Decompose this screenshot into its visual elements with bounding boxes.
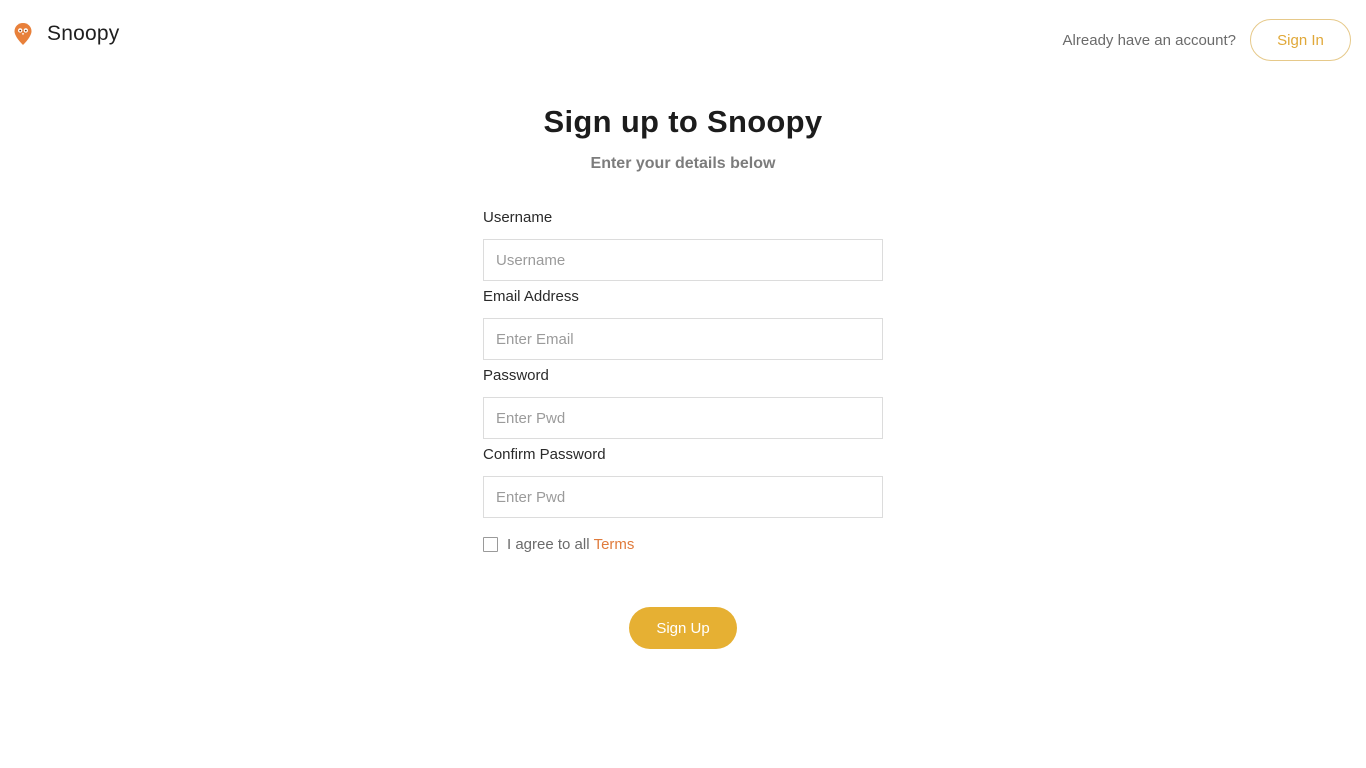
username-label: Username [483,209,553,226]
confirm-password-input[interactable] [483,476,883,518]
password-label: Password [483,367,549,384]
email-field-group: Email Address [483,287,883,360]
sign-up-button[interactable]: Sign Up [629,607,737,649]
brand[interactable]: Snoopy [13,22,119,46]
signup-page: Snoopy Already have an account? Sign In … [0,0,1366,768]
username-field-group: Username [483,208,883,281]
terms-link[interactable]: Terms [594,536,635,553]
brand-name: Snoopy [47,22,120,45]
password-field-group: Password [483,366,883,439]
username-input[interactable] [483,239,883,281]
owl-map-pin-icon [14,23,32,45]
confirm-password-label: Confirm Password [483,446,606,463]
sign-in-button[interactable]: Sign In [1250,19,1351,61]
email-input[interactable] [483,318,883,360]
account-question: Already have an account? [1062,31,1236,49]
signin-prompt: Already have an account? Sign In [1063,19,1351,61]
page-title: Sign up to Snoopy [543,104,823,139]
agree-text: I agree to all [507,535,590,553]
email-label: Email Address [483,288,579,305]
terms-agreement: I agree to all Terms [483,534,883,554]
confirm-password-field-group: Confirm Password [483,445,883,518]
password-input[interactable] [483,397,883,439]
signup-form: Username Email Address Password Confirm … [483,208,883,554]
terms-checkbox[interactable] [483,536,498,552]
page-subtitle: Enter your details below [590,155,776,172]
